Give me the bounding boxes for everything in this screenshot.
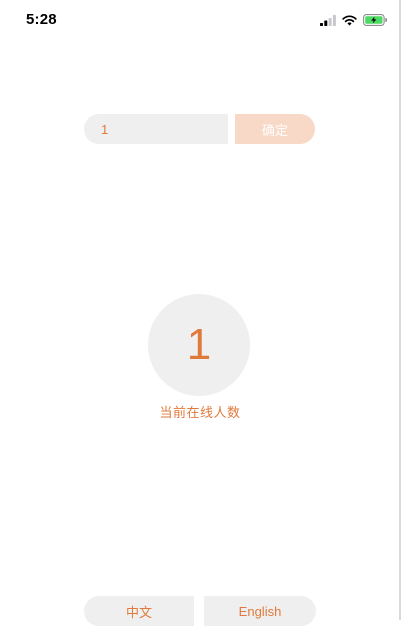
online-count-circle: 1 <box>148 294 250 396</box>
status-time: 5:28 <box>26 11 57 28</box>
online-count-input-row: 确定 <box>84 114 315 144</box>
status-bar: 5:28 <box>0 0 401 40</box>
wifi-icon <box>342 14 357 26</box>
online-count-caption: 当前在线人数 <box>159 405 241 420</box>
online-count-input[interactable] <box>84 114 228 144</box>
confirm-button[interactable]: 确定 <box>235 114 315 144</box>
online-count-value: 1 <box>186 320 212 369</box>
language-english-button[interactable]: English <box>204 596 316 626</box>
language-chinese-button[interactable]: 中文 <box>84 596 194 626</box>
language-switcher: 中文 English <box>84 596 316 626</box>
cellular-signal-icon <box>320 14 336 26</box>
battery-charging-icon <box>363 14 387 26</box>
status-icons <box>320 13 387 27</box>
